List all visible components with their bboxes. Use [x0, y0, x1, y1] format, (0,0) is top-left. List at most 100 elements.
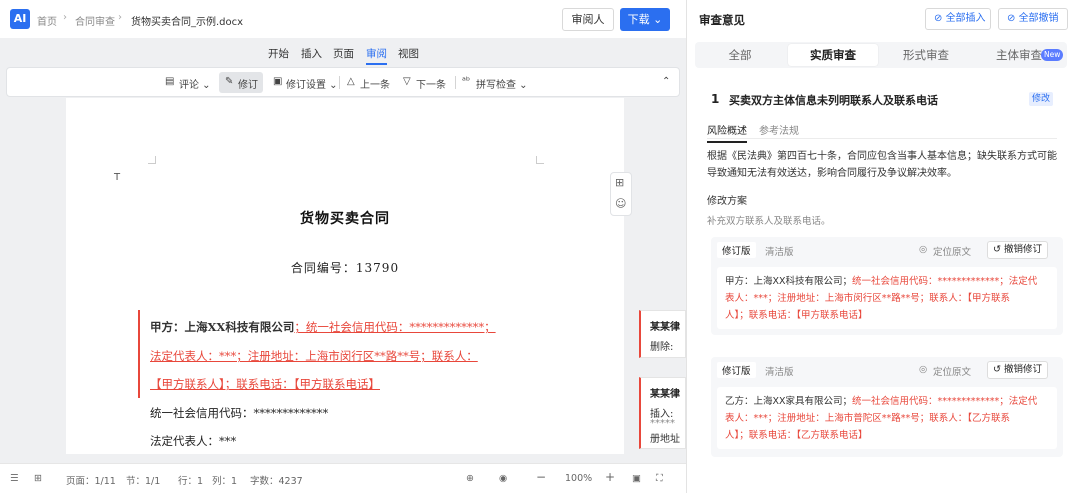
- review-tabs: 全部 实质审查 形式审查 主体审查 New: [695, 42, 1067, 68]
- fullscreen-icon[interactable]: ⛶: [656, 473, 663, 484]
- collapse-icon[interactable]: ⌃: [662, 76, 670, 87]
- tab-formal[interactable]: 形式审查: [881, 42, 971, 68]
- menu-view[interactable]: 视图: [398, 46, 419, 61]
- subtab-risk[interactable]: 风险概述: [707, 122, 747, 143]
- insert-all-button[interactable]: ⊘ 全部插入: [925, 8, 991, 30]
- col-counter: 列：1: [212, 476, 238, 487]
- margin-corner: [536, 156, 544, 164]
- triangle-up-icon: △: [347, 76, 355, 87]
- tab-all[interactable]: 全部: [695, 42, 785, 68]
- locate-icon: ◎: [919, 244, 928, 255]
- margin-corner: [148, 156, 156, 164]
- zoom-level[interactable]: 100%: [565, 473, 592, 484]
- layout-icon[interactable]: ☰: [10, 473, 19, 484]
- tab-substantive[interactable]: 实质审查: [788, 44, 878, 66]
- tab-tracked[interactable]: 修订版: [717, 242, 756, 258]
- revision-text[interactable]: ；统一社会信用代码：*************；: [294, 320, 495, 334]
- review-panel: 审查意见 ⊘ 全部插入 ⊘ 全部撤销 全部 实质审查 形式审查 主体审查 New…: [686, 0, 1078, 493]
- comment-tool[interactable]: 评论 ⌄: [179, 76, 211, 91]
- doc-line: 【甲方联系人】；联系电话：【甲方联系电话】: [150, 376, 380, 392]
- cancel-all-button[interactable]: ⊘ 全部撤销: [998, 8, 1068, 30]
- review-toolbar: ▤ 评论 ⌄ ✎ 修订 ▣ 修订设置 ⌄ △ 上一条 ▽ 下一条 ᵃᵇ 拼写检查…: [6, 67, 680, 97]
- outline-icon[interactable]: ⊞: [34, 473, 42, 484]
- revision-preview: 乙方：上海XX家具有限公司；统一社会信用代码：*************；法定代…: [717, 387, 1057, 449]
- undo-revision-button[interactable]: ↺ 撤销修订: [987, 361, 1048, 379]
- doc-title: 货物买卖合同: [300, 211, 390, 227]
- track-changes-tool[interactable]: 修订: [238, 76, 258, 91]
- doc-line: 法定代表人：***；注册地址：上海市闵行区**路**号；联系人：: [150, 348, 478, 364]
- fit-page-icon[interactable]: ▣: [632, 473, 641, 484]
- divider: [707, 138, 1057, 139]
- top-bar: AI 首页 › 合同审查 › 货物买卖合同_示例.docx 审阅人 下载 ⌄: [0, 0, 686, 38]
- comment-card[interactable]: 某某律 删除:: [639, 310, 686, 358]
- revision-preview: 甲方：上海XX科技有限公司；统一社会信用代码：*************；法定代…: [717, 267, 1057, 329]
- issue-title[interactable]: 买卖双方主体信息未列明联系人及联系电话: [729, 92, 938, 108]
- reviewer-button[interactable]: 审阅人: [562, 8, 614, 31]
- triangle-down-icon: ▽: [403, 76, 411, 87]
- fix-text: 补充双方联系人及联系电话。: [707, 216, 831, 227]
- spellcheck-icon: ᵃᵇ: [462, 76, 471, 87]
- add-comment-icon[interactable]: ⊞: [615, 176, 624, 189]
- divider: [455, 76, 456, 89]
- issue-tag: 修改: [1029, 92, 1054, 106]
- issue-card: 1 买卖双方主体信息未列明联系人及联系电话 修改 风险概述 参考法规 根据《民法…: [695, 80, 1067, 488]
- revision-text[interactable]: 【甲方联系人】；联系电话：【甲方联系电话】: [150, 377, 380, 391]
- doc-line: 甲方：上海XX科技有限公司；统一社会信用代码：*************；: [150, 320, 496, 334]
- undo-icon: ↺: [993, 364, 1004, 375]
- tab-clean[interactable]: 清洁版: [765, 244, 794, 258]
- zoom-out-icon[interactable]: −: [536, 470, 546, 484]
- locate-button[interactable]: 定位原文: [933, 244, 971, 258]
- status-bar: ☰ ⊞ 页面：1/11 节：1/1 行：1 列：1 字数：4237 ⊕ ◉ − …: [0, 463, 686, 493]
- comment-icon: ▤: [165, 76, 175, 87]
- page-counter: 页面：1/11: [66, 476, 116, 487]
- locate-button[interactable]: 定位原文: [933, 364, 971, 378]
- cancel-icon: ⊘: [1007, 13, 1019, 24]
- panel-title: 审查意见: [699, 13, 745, 27]
- editor-pane: AI 首页 › 合同审查 › 货物买卖合同_示例.docx 审阅人 下载 ⌄ 开…: [0, 0, 686, 493]
- tab-tracked[interactable]: 修订版: [717, 362, 756, 378]
- zoom-in-icon[interactable]: +: [605, 470, 615, 484]
- next-change-tool[interactable]: 下一条: [416, 76, 446, 91]
- prev-change-tool[interactable]: 上一条: [360, 76, 390, 91]
- document-page[interactable]: T 货物买卖合同 合同编号：13790 甲方：上海XX科技有限公司；统一社会信用…: [66, 98, 624, 454]
- revision-text[interactable]: 法定代表人：***；注册地址：上海市闵行区**路**号；联系人：: [150, 349, 478, 363]
- menu-bar: 开始 插入 页面 审阅 视图: [0, 42, 686, 65]
- emoji-icon[interactable]: ☺: [615, 197, 626, 210]
- text-cursor-icon: T: [114, 172, 121, 183]
- new-badge: New: [1041, 49, 1064, 61]
- download-button[interactable]: 下载 ⌄: [620, 8, 670, 31]
- menu-start[interactable]: 开始: [268, 46, 289, 61]
- undo-icon: ↺: [993, 244, 1004, 255]
- doc-line: 法定代表人：***: [150, 434, 237, 448]
- spell-check-tool[interactable]: 拼写检查 ⌄: [476, 76, 528, 91]
- tab-clean[interactable]: 清洁版: [765, 364, 794, 378]
- check-circle-icon: ⊘: [934, 13, 946, 24]
- breadcrumb-review[interactable]: 合同审查: [75, 13, 115, 28]
- track-settings-tool[interactable]: 修订设置 ⌄: [286, 76, 338, 91]
- risk-text: 导致通知无法有效送达，影响合同履行及争议解决效率。: [707, 168, 957, 179]
- subtab-law[interactable]: 参考法规: [759, 122, 799, 137]
- locate-icon: ◎: [919, 364, 928, 375]
- menu-page[interactable]: 页面: [333, 46, 354, 61]
- risk-text: 根据《民法典》第四百七十条，合同应包含当事人基本信息；缺失联系方式可能: [707, 151, 1057, 162]
- row-counter: 行：1: [178, 476, 204, 487]
- breadcrumb-file: 货物买卖合同_示例.docx: [131, 17, 244, 28]
- edit-icon: ✎: [225, 76, 234, 87]
- doc-line: 统一社会信用代码：*************: [150, 406, 329, 420]
- globe-icon[interactable]: ⊕: [466, 473, 474, 484]
- fix-card: 修订版 清洁版 ◎ 定位原文 ↺ 撤销修订 甲方：上海XX科技有限公司；统一社会…: [711, 237, 1063, 335]
- breadcrumb-home[interactable]: 首页: [37, 13, 57, 28]
- fix-card: 修订版 清洁版 ◎ 定位原文 ↺ 撤销修订 乙方：上海XX家具有限公司；统一社会…: [711, 357, 1063, 457]
- settings-icon: ▣: [273, 76, 283, 87]
- undo-revision-button[interactable]: ↺ 撤销修订: [987, 241, 1048, 259]
- floating-tools: ⊞ ☺: [610, 172, 632, 216]
- comment-card[interactable]: 某某律 插入: ***** 册地址: [639, 377, 686, 449]
- issue-number: 1: [711, 92, 720, 106]
- app-logo[interactable]: AI: [10, 9, 30, 29]
- fix-label: 修改方案: [707, 196, 747, 207]
- menu-insert[interactable]: 插入: [301, 46, 322, 61]
- contract-number: 合同编号：13790: [290, 261, 400, 275]
- eye-icon[interactable]: ◉: [499, 473, 507, 484]
- menu-review[interactable]: 审阅: [366, 46, 387, 65]
- chevron-right-icon: ›: [63, 12, 67, 23]
